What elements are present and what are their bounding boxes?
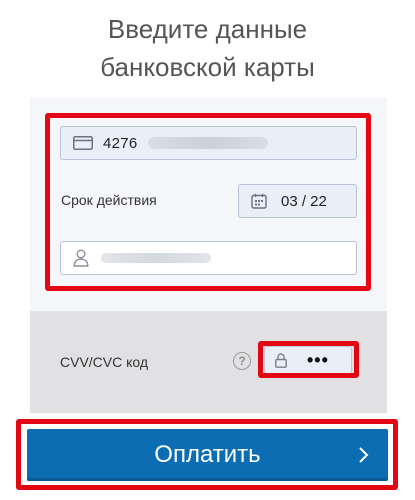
- page-title: Введите данные банковской карты: [0, 10, 415, 86]
- card-details-highlight: [45, 113, 371, 291]
- cvv-label: CVV/CVC код: [60, 354, 149, 370]
- pay-button-highlight: [16, 419, 398, 490]
- cvv-highlight: [258, 341, 359, 378]
- page-title-line-2: банковской карты: [100, 52, 315, 82]
- page-title-line-1: Введите данные: [107, 14, 308, 44]
- help-icon[interactable]: ?: [233, 352, 251, 370]
- payment-page: Введите данные банковской карты 4276 Сро…: [0, 0, 415, 500]
